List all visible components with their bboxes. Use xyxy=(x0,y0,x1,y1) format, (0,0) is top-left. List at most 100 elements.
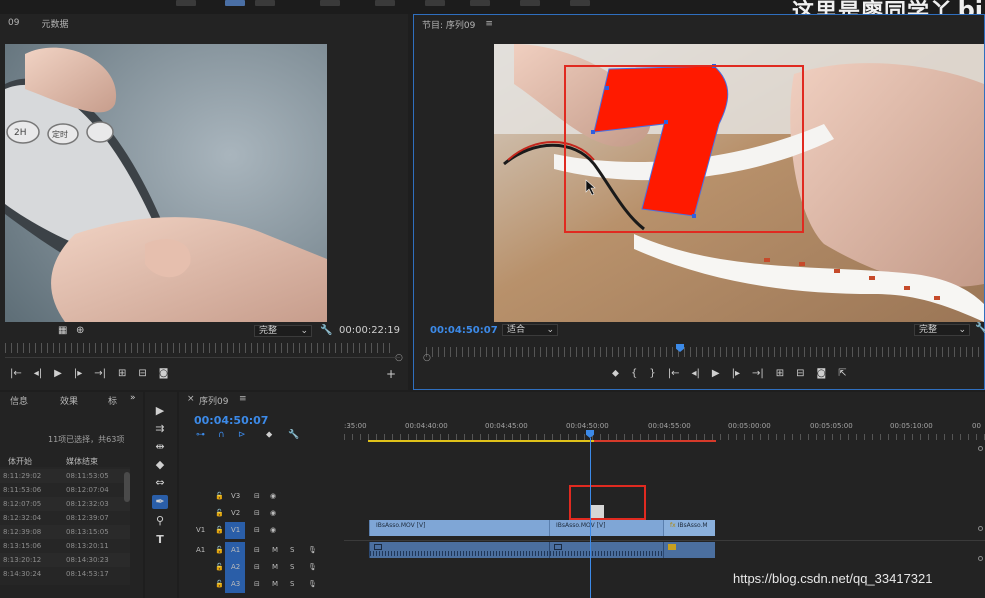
scroll-handle[interactable] xyxy=(978,526,983,531)
hand-zoom-tool-icon[interactable]: ⚲ xyxy=(152,514,168,528)
mic-icon[interactable]: 🎙 xyxy=(308,580,317,588)
tab-effects[interactable]: 效果 xyxy=(60,394,78,407)
program-wrench-icon[interactable]: 🔧 xyxy=(975,323,985,334)
audio-clip[interactable] xyxy=(369,542,549,558)
solo-button[interactable]: S xyxy=(290,580,294,588)
lock-icon[interactable]: 🔓 xyxy=(215,563,224,571)
lock-icon[interactable]: 🔓 xyxy=(215,526,224,534)
lock-icon[interactable]: 🔓 xyxy=(215,546,224,554)
solo-button[interactable]: S xyxy=(290,546,294,554)
tab-source-index[interactable]: 09 xyxy=(8,18,19,28)
sync-icon[interactable]: ⊟ xyxy=(254,580,260,588)
export-icon[interactable]: ⇱ xyxy=(838,368,846,379)
timeline-ruler[interactable]: :35:00 00:04:40:00 00:04:45:00 00:04:50:… xyxy=(344,414,985,444)
step-back-icon[interactable]: ◂| xyxy=(692,368,700,379)
go-to-in-icon[interactable]: |← xyxy=(10,368,22,379)
tab-metadata[interactable]: 元数据 xyxy=(41,17,68,30)
go-to-out-icon[interactable]: →| xyxy=(94,368,106,379)
type-tool-icon[interactable]: T xyxy=(152,533,168,547)
program-resolution-dropdown[interactable]: 完整 ⌄ xyxy=(914,324,970,336)
timeline-timecode[interactable]: 00:04:50:07 xyxy=(194,414,268,427)
source-resolution-dropdown[interactable]: 完整 ⌄ xyxy=(254,325,312,337)
menu-item[interactable] xyxy=(176,0,196,6)
add-marker-icon[interactable]: ⬥ xyxy=(266,430,272,440)
eye-icon[interactable]: ◉ xyxy=(270,526,276,534)
timeline-menu-icon[interactable]: ≡ xyxy=(239,394,247,404)
wrench-icon[interactable]: 🔧 xyxy=(320,325,332,336)
lift-icon[interactable]: ⊞ xyxy=(776,368,784,379)
table-row[interactable]: 8:14:30:24 08:14:53:17 xyxy=(0,567,130,581)
menu-item[interactable] xyxy=(470,0,490,6)
source-time-ruler[interactable] xyxy=(5,343,395,353)
pen-tool-icon[interactable]: ✒ xyxy=(152,495,168,509)
program-timecode[interactable]: 00:04:50:07 xyxy=(430,325,498,336)
mark-out-icon[interactable]: } xyxy=(649,368,655,379)
audio-clip[interactable] xyxy=(549,542,663,558)
step-forward-icon[interactable]: |▸ xyxy=(732,368,740,379)
fit-dropdown[interactable]: 适合 ⌄ xyxy=(502,324,558,336)
sync-icon[interactable]: ⊟ xyxy=(254,546,260,554)
slip-tool-icon[interactable]: ⇔ xyxy=(152,476,168,490)
menu-item[interactable] xyxy=(255,0,275,6)
tab-markers[interactable]: 标 xyxy=(108,394,117,407)
sync-icon[interactable]: ⊟ xyxy=(254,563,260,571)
program-title[interactable]: 节目: 序列09 xyxy=(422,18,475,31)
timeline-sequence-name[interactable]: 序列09 xyxy=(199,394,228,407)
program-time-ruler[interactable] xyxy=(426,347,980,357)
mic-icon[interactable]: 🎙 xyxy=(308,563,317,571)
eye-icon[interactable]: ◉ xyxy=(270,492,276,500)
scroll-handle[interactable] xyxy=(978,556,983,561)
mute-button[interactable]: M xyxy=(272,580,278,588)
mute-button[interactable]: M xyxy=(272,563,278,571)
play-icon[interactable]: ▶ xyxy=(712,368,720,379)
extract-icon[interactable]: ⊟ xyxy=(796,368,804,379)
tab-info[interactable]: 信息 xyxy=(10,394,28,407)
source-settings-icon[interactable]: ▦ xyxy=(58,325,67,336)
video-clip[interactable]: IBsAsso.MOV [V] xyxy=(549,520,663,536)
table-row[interactable]: 8:11:29:02 08:11:53:05 xyxy=(0,469,130,483)
tab-overflow[interactable]: » xyxy=(130,393,136,403)
source-patch[interactable]: A1 xyxy=(196,546,205,554)
column-media-start[interactable]: 体开始 xyxy=(8,456,32,467)
add-marker-icon[interactable]: ⬥ xyxy=(612,368,619,379)
camera-icon[interactable]: ◙ xyxy=(159,368,169,379)
table-row[interactable]: 8:12:39:08 08:13:15:05 xyxy=(0,525,130,539)
column-media-end[interactable]: 媒体结束 xyxy=(66,456,98,467)
menu-icon[interactable]: ≡ xyxy=(485,19,493,29)
mark-in-icon[interactable]: { xyxy=(631,368,637,379)
scroll-handle[interactable] xyxy=(978,446,983,451)
snap-icon[interactable]: ∩ xyxy=(218,430,225,440)
timeline-settings-wrench-icon[interactable]: 🔧 xyxy=(288,430,299,440)
project-scrollbar[interactable] xyxy=(124,472,130,502)
mic-icon[interactable]: 🎙 xyxy=(308,546,317,554)
go-to-in-icon[interactable]: |← xyxy=(668,368,680,379)
eye-icon[interactable]: ◉ xyxy=(270,509,276,517)
camera-icon[interactable]: ◙ xyxy=(817,368,827,379)
lock-icon[interactable]: 🔓 xyxy=(215,492,224,500)
nest-icon[interactable]: ⊶ xyxy=(196,430,205,440)
table-row[interactable]: 8:13:15:06 08:13:20:11 xyxy=(0,539,130,553)
go-to-out-icon[interactable]: →| xyxy=(752,368,764,379)
sync-icon[interactable]: ⊟ xyxy=(254,526,260,534)
lock-icon[interactable]: 🔓 xyxy=(215,580,224,588)
source-add-button[interactable]: + xyxy=(386,367,396,381)
audio-clip[interactable] xyxy=(663,542,715,558)
menu-item[interactable] xyxy=(520,0,540,6)
table-row[interactable]: 8:13:20:12 08:14:30:23 xyxy=(0,553,130,567)
menu-item[interactable] xyxy=(320,0,340,6)
menu-item[interactable] xyxy=(425,0,445,6)
table-row[interactable]: 8:12:32:04 08:12:39:07 xyxy=(0,511,130,525)
video-clip[interactable]: IBsAsso.MOV [V] xyxy=(369,520,549,536)
track-select-tool-icon[interactable]: ⇉ xyxy=(152,422,168,436)
table-row[interactable]: 8:12:07:05 08:12:32:03 xyxy=(0,497,130,511)
insert-icon[interactable]: ⊞ xyxy=(118,368,126,379)
solo-button[interactable]: S xyxy=(290,563,294,571)
menu-item[interactable] xyxy=(570,0,590,6)
play-icon[interactable]: ▶ xyxy=(54,368,62,379)
source-insert-icon[interactable]: ⊕ xyxy=(76,325,84,336)
selection-tool-icon[interactable]: ▶ xyxy=(152,404,168,418)
step-back-icon[interactable]: ◂| xyxy=(34,368,42,379)
table-row[interactable]: 8:11:53:06 08:12:07:04 xyxy=(0,483,130,497)
sync-icon[interactable]: ⊟ xyxy=(254,492,260,500)
ripple-edit-tool-icon[interactable]: ⇹ xyxy=(152,440,168,454)
